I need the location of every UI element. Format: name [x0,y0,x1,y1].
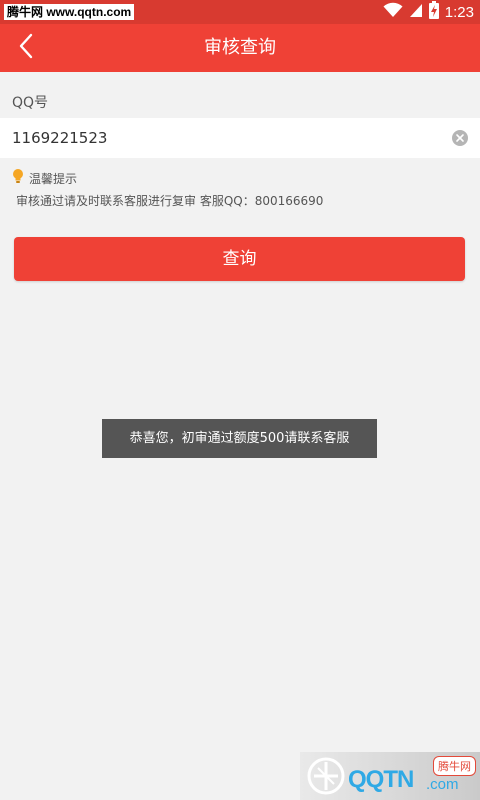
wifi-icon [383,2,403,22]
battery-charging-icon [428,1,439,23]
query-button[interactable]: 查询 [14,237,465,281]
status-time: 1:23 [444,3,474,21]
qq-label: QQ号 [12,95,49,111]
tip-header: 温馨提示 [12,169,77,187]
toast-message: 恭喜您，初审通过额度500请联系客服 [102,419,377,458]
watermark-suffix: .com [426,776,459,793]
watermark-text: 腾牛网 www.qqtn.com [4,4,135,20]
clear-circle-icon [452,130,468,146]
signal-icon [409,2,423,22]
tip-text: 审核通过请及时联系客服进行复审 客服QQ：800166690 [16,194,324,208]
qq-input[interactable] [12,118,432,158]
status-bar: 腾牛网 www.qqtn.com 1:23 [0,0,480,24]
qq-input-row [0,118,480,158]
watermark-logo: QQTN .com 腾牛网 [300,752,480,800]
watermark-brand: QQTN [348,766,414,793]
watermark-globe-icon [306,756,346,796]
status-icons: 1:23 [383,0,474,24]
watermark-badge: 腾牛网 [433,756,476,776]
tip-title: 温馨提示 [29,171,78,186]
page-title: 审核查询 [204,37,276,58]
app-bar: 审核查询 [0,24,480,72]
lightbulb-icon [12,168,24,188]
clear-button[interactable] [452,130,468,146]
